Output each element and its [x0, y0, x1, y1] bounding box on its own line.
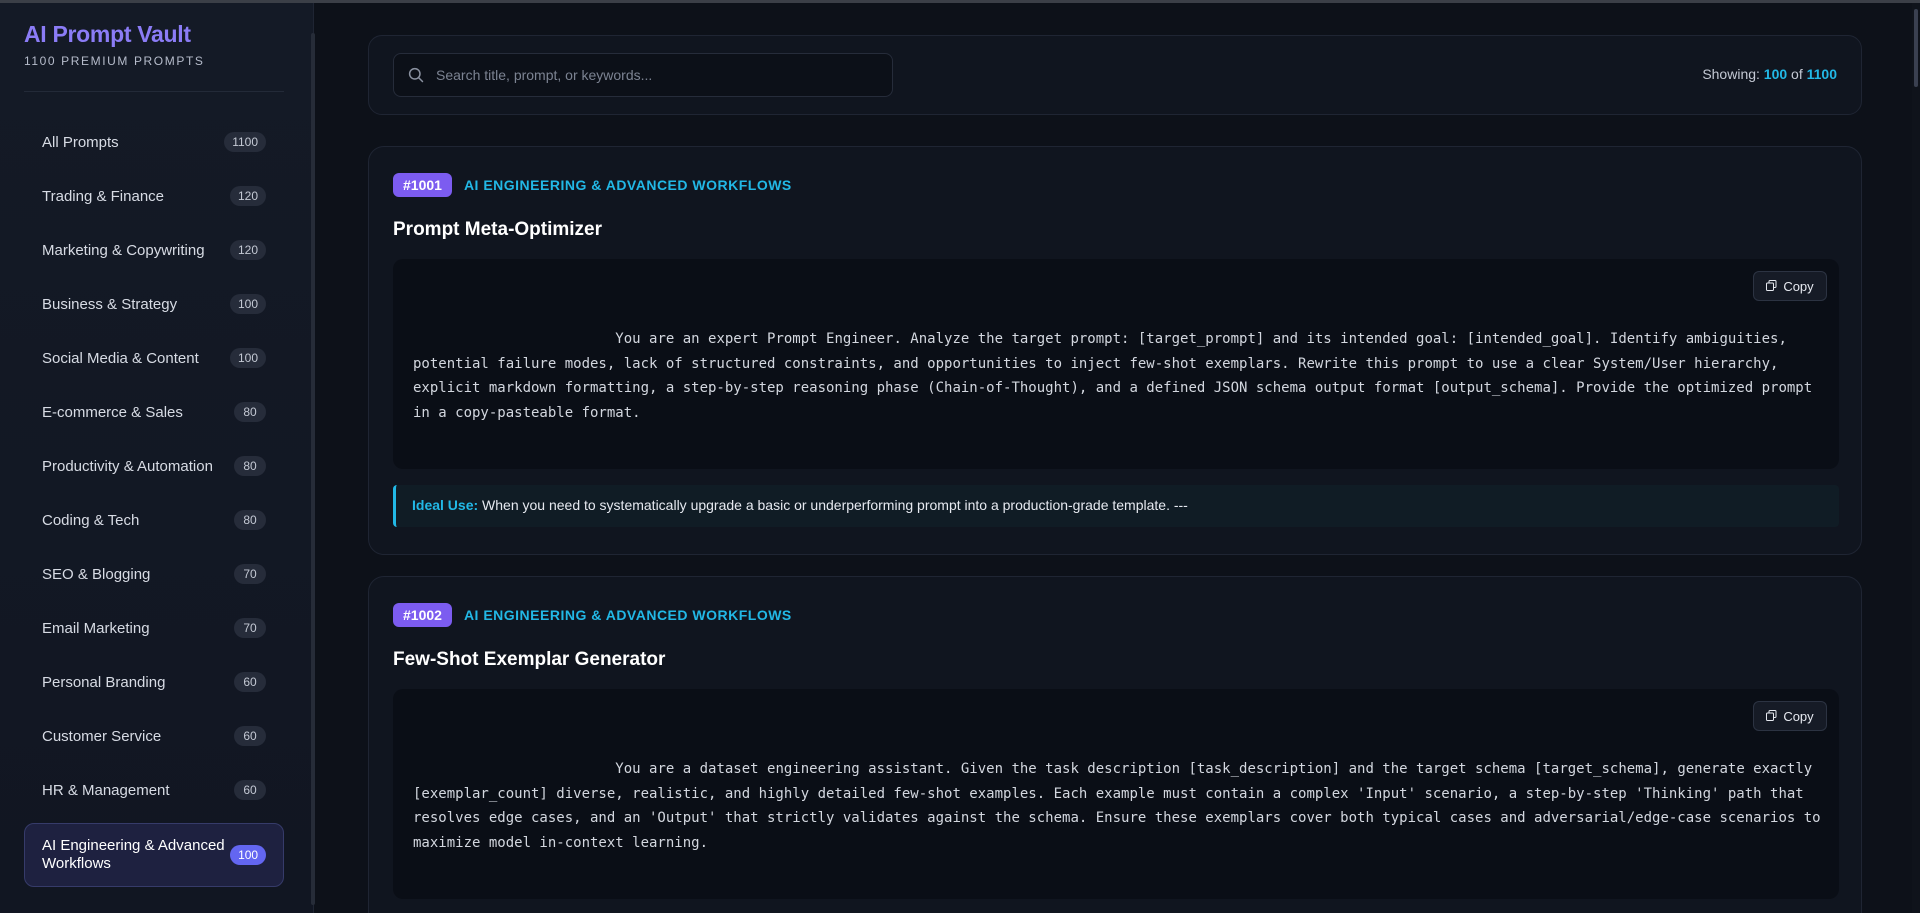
count-badge: 80	[234, 402, 266, 422]
prompt-id-badge: #1002	[393, 603, 452, 627]
sidebar-item-label: Email Marketing	[42, 619, 150, 637]
sidebar: AI Prompt Vault 1100 PREMIUM PROMPTS All…	[0, 3, 315, 913]
prompt-title: Prompt Meta-Optimizer	[393, 219, 603, 240]
prompt-text: You are a dataset engineering assistant.…	[413, 761, 1830, 851]
ideal-use-text: When you need to systematically upgrade …	[482, 497, 1188, 513]
search-icon	[408, 67, 424, 83]
count-badge: 100	[229, 348, 266, 368]
prompt-card: #1001 AI ENGINEERING & ADVANCED WORKFLOW…	[368, 146, 1862, 555]
count-badge: 60	[234, 726, 266, 746]
sidebar-item-seo-blogging[interactable]: SEO & Blogging 70	[24, 547, 284, 601]
results-shown: 100	[1763, 66, 1788, 82]
sidebar-item-label: HR & Management	[42, 781, 170, 799]
app-title: AI Prompt Vault	[24, 21, 191, 47]
sidebar-item-label: Marketing & Copywriting	[42, 241, 205, 259]
main-scrollbar[interactable]	[1912, 3, 1920, 913]
sidebar-item-business-strategy[interactable]: Business & Strategy 100	[24, 277, 284, 331]
count-badge: 100	[229, 294, 266, 314]
sidebar-item-label: AI Engineering & Advanced Workflows	[42, 837, 225, 872]
sidebar-item-ecommerce-sales[interactable]: E-commerce & Sales 80	[24, 385, 284, 439]
prompt-card-header: #1002 AI ENGINEERING & ADVANCED WORKFLOW…	[393, 603, 792, 627]
sidebar-item-label: Coding & Tech	[42, 511, 140, 529]
prompt-text-box: Copy You are a dataset engineering assis…	[393, 689, 1839, 899]
count-badge: 1100	[224, 132, 266, 152]
main-content: Showing: 100 of 1100 #1001 AI ENGINEERIN…	[322, 3, 1910, 913]
sidebar-item-social-media-content[interactable]: Social Media & Content 100	[24, 331, 284, 385]
prompt-card: #1002 AI ENGINEERING & ADVANCED WORKFLOW…	[368, 576, 1862, 913]
results-of: of	[1791, 66, 1803, 82]
sidebar-item-label: Productivity & Automation	[42, 457, 213, 475]
sidebar-item-productivity-automation[interactable]: Productivity & Automation 80	[24, 439, 284, 493]
count-badge: 60	[234, 780, 266, 800]
search-input[interactable]	[436, 67, 876, 83]
sidebar-divider	[24, 91, 284, 92]
copy-icon	[1766, 709, 1777, 724]
prompt-card-header: #1001 AI ENGINEERING & ADVANCED WORKFLOW…	[393, 173, 792, 197]
search-box[interactable]	[393, 53, 893, 97]
results-total: 1100	[1806, 66, 1837, 82]
copy-label: Copy	[1783, 708, 1814, 724]
sidebar-item-label: SEO & Blogging	[42, 565, 151, 583]
results-label: Showing:	[1702, 66, 1760, 82]
count-badge: 70	[234, 618, 266, 638]
scrollbar-thumb[interactable]	[1914, 9, 1918, 87]
category-list: All Prompts 1100 Trading & Finance 120 M…	[24, 115, 284, 887]
brand: AI Prompt Vault 1100 PREMIUM PROMPTS	[24, 21, 204, 68]
copy-icon	[1766, 279, 1777, 294]
copy-button[interactable]: Copy	[1753, 701, 1827, 731]
count-badge: 100	[230, 845, 266, 865]
count-badge: 120	[229, 240, 266, 260]
count-badge: 70	[234, 564, 266, 584]
sidebar-scrollbar[interactable]	[311, 33, 315, 905]
sidebar-item-trading-finance[interactable]: Trading & Finance 120	[24, 169, 284, 223]
sidebar-item-coding-tech[interactable]: Coding & Tech 80	[24, 493, 284, 547]
sidebar-item-marketing-copywriting[interactable]: Marketing & Copywriting 120	[24, 223, 284, 277]
results-count: Showing: 100 of 1100	[1702, 66, 1837, 82]
ideal-use-label: Ideal Use:	[412, 497, 479, 513]
copy-button[interactable]: Copy	[1753, 271, 1827, 301]
sidebar-item-customer-service[interactable]: Customer Service 60	[24, 709, 284, 763]
sidebar-item-hr-management[interactable]: HR & Management 60	[24, 763, 284, 817]
prompt-category-tag: AI ENGINEERING & ADVANCED WORKFLOWS	[463, 607, 792, 623]
sidebar-item-label: Business & Strategy	[42, 295, 178, 313]
prompt-id-badge: #1001	[393, 173, 452, 197]
sidebar-item-label: Personal Branding	[42, 673, 166, 691]
count-badge: 80	[234, 456, 266, 476]
search-panel: Showing: 100 of 1100	[368, 35, 1862, 115]
copy-label: Copy	[1783, 278, 1814, 294]
ideal-use-note: Ideal Use: When you need to systematical…	[393, 485, 1839, 527]
prompt-text-box: Copy You are an expert Prompt Engineer. …	[393, 259, 1839, 469]
sidebar-item-label: E-commerce & Sales	[42, 403, 183, 421]
count-badge: 120	[229, 186, 266, 206]
sidebar-item-label: All Prompts	[42, 133, 119, 151]
prompt-title: Few-Shot Exemplar Generator	[393, 649, 666, 670]
count-badge: 80	[234, 510, 266, 530]
prompt-category-tag: AI ENGINEERING & ADVANCED WORKFLOWS	[463, 177, 792, 193]
sidebar-item-all-prompts[interactable]: All Prompts 1100	[24, 115, 284, 169]
sidebar-item-label: Social Media & Content	[42, 349, 199, 367]
count-badge: 60	[234, 672, 266, 692]
sidebar-item-label: Customer Service	[42, 727, 162, 745]
app-subtitle: 1100 PREMIUM PROMPTS	[24, 54, 205, 68]
sidebar-item-email-marketing[interactable]: Email Marketing 70	[24, 601, 284, 655]
prompt-text: You are an expert Prompt Engineer. Analy…	[413, 331, 1821, 421]
sidebar-item-personal-branding[interactable]: Personal Branding 60	[24, 655, 284, 709]
sidebar-item-label: Trading & Finance	[42, 187, 165, 205]
sidebar-item-ai-engineering[interactable]: AI Engineering & Advanced Workflows 100	[24, 823, 284, 887]
